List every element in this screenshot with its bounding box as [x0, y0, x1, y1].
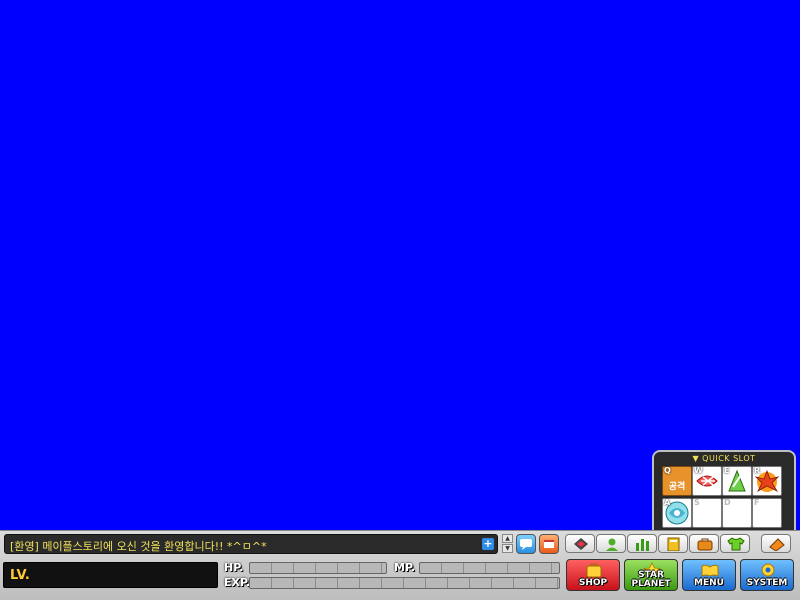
system-button[interactable]: SYSTEM — [740, 559, 794, 591]
quick-slot-q[interactable]: Q 공격 — [662, 466, 692, 496]
quick-slot-panel: ▼ QUICK SLOT Q 공격 W E R A S D F — [652, 450, 796, 532]
equipment-button[interactable] — [720, 534, 750, 553]
star-planet-button[interactable]: STAR PLANET — [624, 559, 678, 591]
chat-window-button[interactable] — [539, 534, 559, 554]
shop-bag-icon — [586, 563, 602, 578]
chat-log[interactable]: [환영] 메이플스토리에 오신 것을 환영합니다!! *^ㅁ^* + — [4, 534, 498, 554]
cash-item-button[interactable] — [761, 534, 791, 553]
shop-label: SHOP — [578, 578, 608, 588]
chat-scrollbar[interactable]: ▲ ▼ — [502, 534, 513, 556]
exp-gauge — [249, 577, 560, 589]
quick-slot-key: Q — [664, 466, 671, 475]
window-icon — [544, 540, 554, 548]
attack-icon: 공격 — [668, 482, 686, 492]
quick-slot-f[interactable]: F — [752, 498, 782, 528]
menu-button[interactable]: MENU — [682, 559, 736, 591]
bottom-status-bar: [환영] 메이플스토리에 오신 것을 환영합니다!! *^ㅁ^* + ▲ ▼ L… — [0, 530, 800, 600]
event-button[interactable] — [565, 534, 595, 553]
system-label: SYSTEM — [746, 578, 788, 588]
character-button[interactable] — [596, 534, 626, 553]
mp-label: MP. — [394, 561, 416, 574]
character-icon — [606, 538, 618, 551]
quick-slot-title: ▼ QUICK SLOT — [692, 454, 756, 463]
quick-slot-a[interactable]: A — [662, 498, 692, 528]
chat-scroll-up-icon[interactable]: ▲ — [502, 534, 513, 543]
chat-scroll-down-icon[interactable]: ▼ — [502, 544, 513, 553]
skill-book-button[interactable] — [658, 534, 688, 553]
book-icon — [667, 537, 680, 551]
quick-slot-key: S — [694, 498, 700, 507]
quick-slot-d[interactable]: D — [722, 498, 752, 528]
level-label: LV. — [10, 568, 30, 583]
speech-bubble-icon — [520, 539, 532, 550]
bar-stats-icon — [636, 539, 649, 551]
shirt-icon — [727, 537, 745, 551]
diamond-icon — [574, 538, 588, 550]
eraser-icon — [769, 538, 785, 551]
quick-slot-key: R — [754, 466, 761, 475]
quick-slot-key: W — [694, 466, 703, 475]
star-planet-label-line2: PLANET — [631, 579, 671, 589]
bag-icon — [697, 538, 713, 551]
quick-slot-r[interactable]: R — [752, 466, 782, 496]
chat-message: [환영] 메이플스토리에 오신 것을 환영합니다!! *^ㅁ^* — [10, 540, 267, 553]
quick-slot-e[interactable]: E — [722, 466, 752, 496]
hp-label: HP. — [224, 561, 244, 574]
level-display: LV. — [3, 562, 218, 588]
quick-slot-w[interactable]: W — [692, 466, 722, 496]
star-planet-label: STAR PLANET — [625, 571, 677, 589]
quick-slot-key: A — [664, 498, 671, 507]
mp-gauge — [419, 562, 560, 574]
open-book-icon — [701, 564, 719, 577]
chat-bubble-button[interactable] — [516, 534, 536, 554]
quick-slot-key: D — [724, 498, 731, 507]
shop-button[interactable]: SHOP — [566, 559, 620, 591]
stats-button[interactable] — [627, 534, 657, 553]
gear-icon — [761, 563, 775, 577]
inventory-button[interactable] — [689, 534, 719, 553]
menu-label: MENU — [694, 578, 724, 588]
exp-label: EXP. — [224, 576, 251, 589]
quick-slot-key: E — [724, 466, 730, 475]
quick-slot-s[interactable]: S — [692, 498, 722, 528]
quick-slot-key: F — [754, 498, 760, 507]
hp-gauge — [249, 562, 387, 574]
chat-expand-button[interactable]: + — [482, 538, 494, 550]
